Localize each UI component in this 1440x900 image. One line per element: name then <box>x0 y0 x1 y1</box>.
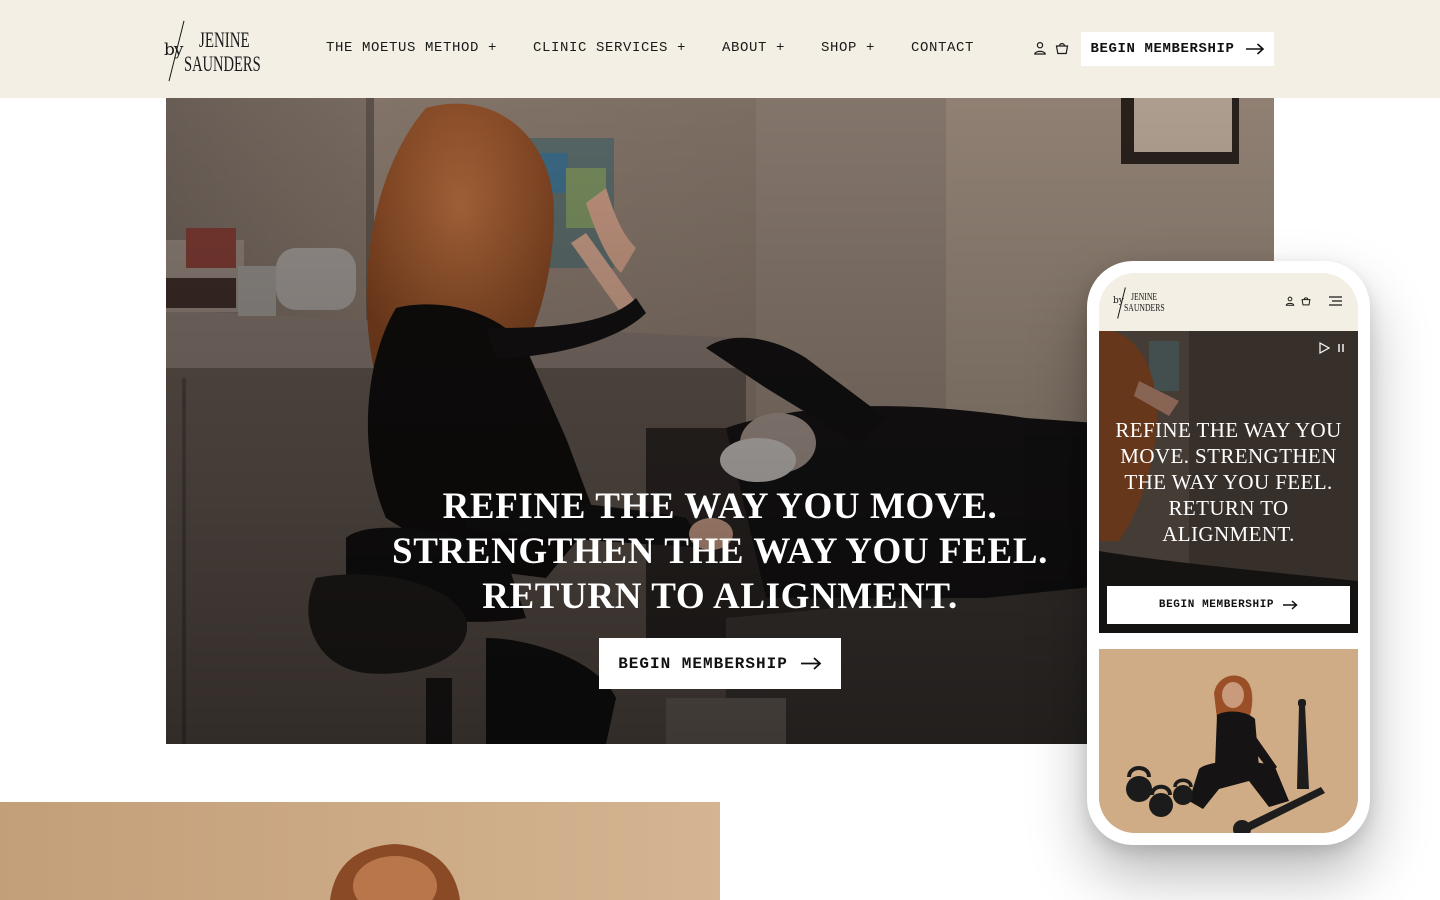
mobile-hero-headline: REFINE THE WAY YOU MOVE. STRENGTHEN THE … <box>1115 418 1342 546</box>
nav-item-about[interactable]: ABOUT + <box>722 40 785 56</box>
basket-icon[interactable] <box>1301 296 1311 306</box>
arrow-right-icon <box>1283 600 1298 610</box>
hero-cta-label: BEGIN MEMBERSHIP <box>618 654 788 673</box>
pause-icon[interactable] <box>1336 342 1346 354</box>
kettlebell-portrait-image <box>1099 649 1358 833</box>
logo-line-2: SAUNDERS <box>184 51 261 76</box>
header-cta-label: BEGIN MEMBERSHIP <box>1090 41 1235 57</box>
user-icon[interactable] <box>1285 296 1295 306</box>
mobile-screen: by JENINE SAUNDERS REFINE THE WAY YOU MO… <box>1099 273 1358 833</box>
mobile-brand-logo[interactable]: by JENINE SAUNDERS <box>1113 287 1173 319</box>
logo-line-1: JENINE <box>199 27 250 52</box>
mobile-logo-line-2: SAUNDERS <box>1124 302 1165 314</box>
menu-icon[interactable] <box>1329 296 1342 306</box>
nav-item-moetus-method[interactable]: THE MOETUS METHOD + <box>326 40 497 56</box>
arrow-right-icon <box>1245 43 1264 55</box>
mobile-preview-device: by JENINE SAUNDERS REFINE THE WAY YOU MO… <box>1087 261 1370 845</box>
about-section-image <box>0 802 720 900</box>
play-icon[interactable] <box>1318 342 1330 354</box>
hero-begin-membership-button[interactable]: BEGIN MEMBERSHIP <box>599 638 841 689</box>
header-begin-membership-button[interactable]: BEGIN MEMBERSHIP <box>1081 32 1274 66</box>
arrow-right-icon <box>800 657 822 670</box>
mobile-begin-membership-button[interactable]: BEGIN MEMBERSHIP <box>1107 586 1350 624</box>
mobile-hero: REFINE THE WAY YOU MOVE. STRENGTHEN THE … <box>1099 331 1358 633</box>
mobile-portrait-image <box>1099 649 1358 833</box>
brand-logo[interactable]: by JENINE SAUNDERS <box>164 18 274 82</box>
portrait-image <box>0 802 720 900</box>
basket-icon[interactable] <box>1055 41 1069 55</box>
nav-item-clinic-services[interactable]: CLINIC SERVICES + <box>533 40 686 56</box>
user-icon[interactable] <box>1033 41 1047 55</box>
nav-item-shop[interactable]: SHOP + <box>821 40 875 56</box>
site-header: by JENINE SAUNDERS THE MOETUS METHOD + C… <box>0 0 1440 98</box>
nav-item-contact[interactable]: CONTACT <box>911 40 974 56</box>
mobile-cta-label: BEGIN MEMBERSHIP <box>1158 599 1275 611</box>
mobile-header: by JENINE SAUNDERS <box>1099 273 1358 331</box>
